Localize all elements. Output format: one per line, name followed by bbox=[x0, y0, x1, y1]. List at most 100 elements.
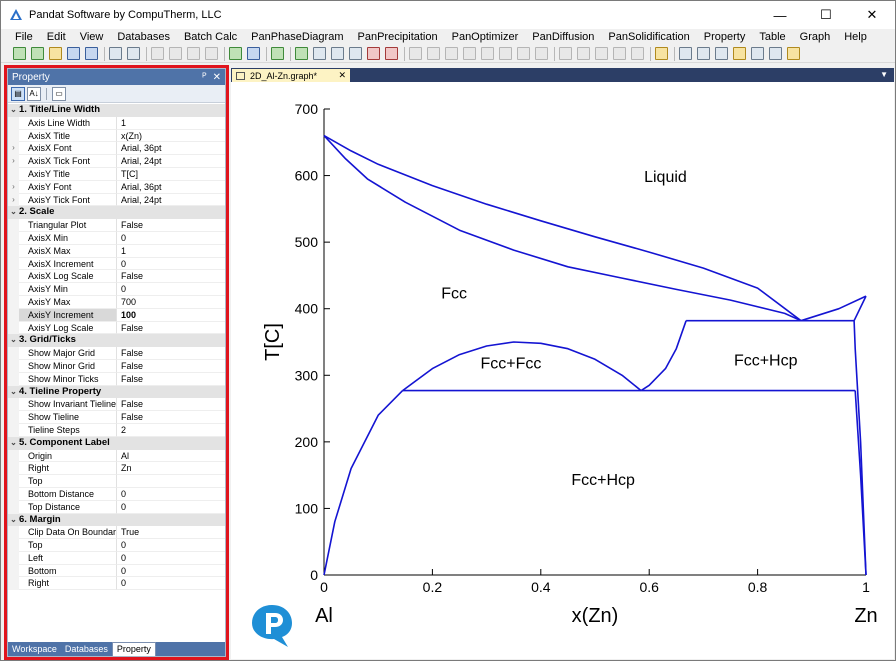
pin-icon[interactable]: ᴾ bbox=[202, 72, 206, 83]
tool-d-icon[interactable] bbox=[463, 47, 476, 60]
print-preview-icon[interactable] bbox=[109, 47, 122, 60]
tool-k-icon[interactable] bbox=[595, 47, 608, 60]
property-row[interactable]: AxisY Title T[C] bbox=[8, 167, 225, 181]
property-row[interactable]: Tieline Steps 2 bbox=[8, 423, 225, 437]
menu-pandiffusion[interactable]: PanDiffusion bbox=[525, 29, 601, 45]
property-row[interactable]: Clip Data On Boundary True bbox=[8, 526, 225, 540]
property-value[interactable]: 0 bbox=[117, 232, 225, 245]
property-value[interactable]: 100 bbox=[117, 309, 225, 322]
property-row[interactable]: Right 0 bbox=[8, 577, 225, 591]
property-category[interactable]: ⌄ 3. Grid/Ticks bbox=[8, 334, 225, 348]
property-value[interactable]: False bbox=[117, 373, 225, 386]
property-value[interactable]: True bbox=[117, 526, 225, 540]
property-value[interactable]: 0 bbox=[117, 501, 225, 514]
property-value[interactable] bbox=[117, 475, 225, 488]
expand-chevron-icon[interactable]: › bbox=[8, 142, 19, 156]
panel-tab-workspace[interactable]: Workspace bbox=[8, 643, 61, 656]
property-row[interactable]: › AxisY Tick Font Arial, 24pt bbox=[8, 193, 225, 207]
property-value[interactable]: False bbox=[117, 270, 225, 284]
delete-icon[interactable] bbox=[205, 47, 218, 60]
new-workspace-icon[interactable] bbox=[13, 47, 26, 60]
save-all-icon[interactable] bbox=[85, 47, 98, 60]
label-icon[interactable] bbox=[733, 47, 746, 60]
point-icon[interactable] bbox=[313, 47, 326, 60]
property-value[interactable]: Arial, 36pt bbox=[117, 181, 225, 194]
property-value[interactable]: Al bbox=[117, 450, 225, 463]
property-value[interactable]: 1 bbox=[117, 117, 225, 130]
alphabetical-sort-icon[interactable]: A↓ bbox=[27, 86, 41, 101]
expand-chevron-icon[interactable]: › bbox=[8, 155, 19, 168]
property-row[interactable]: AxisX Min 0 bbox=[8, 231, 225, 245]
collapse-chevron-icon[interactable]: ⌄ bbox=[8, 514, 19, 527]
property-value[interactable]: T[C] bbox=[117, 168, 225, 181]
menu-panphasediagram[interactable]: PanPhaseDiagram bbox=[244, 29, 350, 45]
menu-batch-calc[interactable]: Batch Calc bbox=[177, 29, 244, 45]
close-button[interactable]: ✕ bbox=[849, 1, 895, 29]
tool-c-icon[interactable] bbox=[445, 47, 458, 60]
collapse-chevron-icon[interactable]: ⌄ bbox=[8, 437, 19, 450]
phase-icon[interactable] bbox=[385, 47, 398, 60]
open-folder-icon[interactable] bbox=[49, 47, 62, 60]
property-row[interactable]: Bottom Distance 0 bbox=[8, 487, 225, 501]
menu-graph[interactable]: Graph bbox=[793, 29, 838, 45]
property-row[interactable]: Top 0 bbox=[8, 539, 225, 552]
tool-i-icon[interactable] bbox=[559, 47, 572, 60]
property-value[interactable]: 0 bbox=[117, 539, 225, 552]
property-value[interactable]: Arial, 24pt bbox=[117, 194, 225, 207]
tab-list-dropdown-icon[interactable]: ▼ bbox=[880, 70, 888, 79]
phase-diagram-plot[interactable]: 0 0.2 0.4 0.6 0.8 1 0 100 200 300 400 500 600 700 x(Zn… bbox=[231, 82, 894, 659]
property-row[interactable]: › AxisY Font Arial, 36pt bbox=[8, 180, 225, 194]
property-row[interactable]: Triangular Plot False bbox=[8, 219, 225, 232]
property-value[interactable]: False bbox=[117, 360, 225, 373]
copy-icon[interactable] bbox=[169, 47, 182, 60]
panel-tab-databases[interactable]: Databases bbox=[61, 643, 112, 656]
legend-icon[interactable] bbox=[751, 47, 764, 60]
property-value[interactable]: 1 bbox=[117, 245, 225, 258]
settings-icon[interactable] bbox=[655, 47, 668, 60]
property-row[interactable]: AxisX Increment 0 bbox=[8, 257, 225, 271]
menu-panprecipitation[interactable]: PanPrecipitation bbox=[351, 29, 445, 45]
line-icon[interactable] bbox=[331, 47, 344, 60]
property-row[interactable]: Right Zn bbox=[8, 462, 225, 476]
property-value[interactable]: False bbox=[117, 219, 225, 232]
triangle-icon[interactable] bbox=[367, 47, 380, 60]
tool-b-icon[interactable] bbox=[427, 47, 440, 60]
maximize-button[interactable]: ☐ bbox=[803, 1, 849, 29]
property-category[interactable]: ⌄ 2. Scale bbox=[8, 206, 225, 220]
menu-databases[interactable]: Databases bbox=[110, 29, 177, 45]
property-value[interactable]: False bbox=[117, 322, 225, 335]
property-row[interactable]: Bottom 0 bbox=[8, 564, 225, 578]
property-row[interactable]: AxisX Title x(Zn) bbox=[8, 129, 225, 143]
pointer-icon[interactable] bbox=[679, 47, 692, 60]
tab-close-icon[interactable]: ✕ bbox=[338, 70, 350, 81]
property-value[interactable]: Arial, 36pt bbox=[117, 142, 225, 156]
menu-table[interactable]: Table bbox=[752, 29, 792, 45]
tool-g-icon[interactable] bbox=[517, 47, 530, 60]
minimize-button[interactable]: — bbox=[757, 1, 803, 29]
panel-close-icon[interactable]: ✕ bbox=[213, 72, 221, 83]
graph-document-tab[interactable]: 2D_Al-Zn.graph* ✕ bbox=[232, 69, 350, 82]
tool-f-icon[interactable] bbox=[499, 47, 512, 60]
save-icon[interactable] bbox=[67, 47, 80, 60]
property-category[interactable]: ⌄ 5. Component Label bbox=[8, 436, 225, 450]
property-pages-icon[interactable]: ▭ bbox=[52, 86, 66, 101]
property-row[interactable]: Axis Line Width 1 bbox=[8, 116, 225, 130]
tool-a-icon[interactable] bbox=[409, 47, 422, 60]
property-row[interactable]: AxisY Increment 100 bbox=[8, 308, 225, 322]
property-value[interactable]: 0 bbox=[117, 258, 225, 271]
tool-h-icon[interactable] bbox=[535, 47, 548, 60]
menu-file[interactable]: File bbox=[1, 29, 40, 45]
tool-m-icon[interactable] bbox=[631, 47, 644, 60]
property-value[interactable]: False bbox=[117, 411, 225, 424]
property-value[interactable]: 2 bbox=[117, 424, 225, 437]
tool-l-icon[interactable] bbox=[613, 47, 626, 60]
refresh-icon[interactable] bbox=[715, 47, 728, 60]
property-value[interactable]: 700 bbox=[117, 296, 225, 309]
property-row[interactable]: AxisY Max 700 bbox=[8, 295, 225, 309]
menu-panoptimizer[interactable]: PanOptimizer bbox=[445, 29, 526, 45]
calculate-icon[interactable] bbox=[295, 47, 308, 60]
paste-icon[interactable] bbox=[187, 47, 200, 60]
tool-j-icon[interactable] bbox=[577, 47, 590, 60]
property-value[interactable]: 0 bbox=[117, 565, 225, 578]
property-category[interactable]: ⌄ 1. Title/Line Width bbox=[8, 104, 225, 117]
